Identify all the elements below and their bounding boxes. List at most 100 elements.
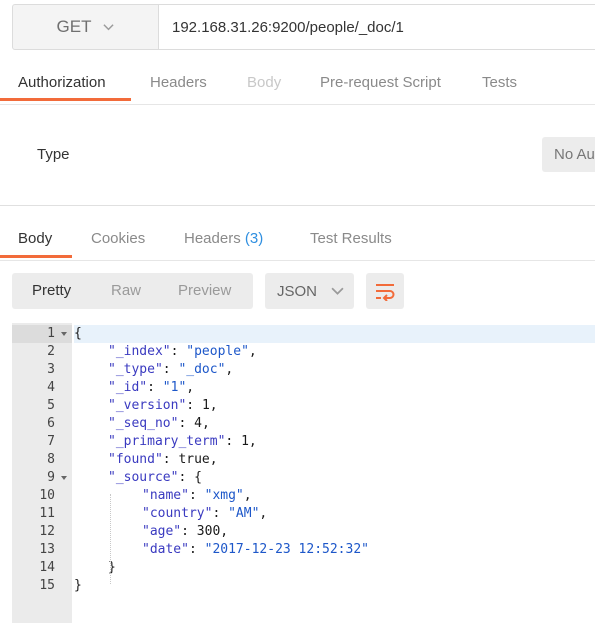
line-number-cell: 12 <box>12 523 72 541</box>
response-body-editor[interactable]: 1{2 "_index": "people", 3 "_type": "_doc", 4… <box>12 323 595 623</box>
json-punctuation: : <box>178 416 195 431</box>
code-line: 11 "country": "AM", <box>12 505 595 523</box>
json-punctuation: : <box>212 506 229 521</box>
json-string: "1" <box>162 380 187 395</box>
line-number: 5 <box>47 398 55 413</box>
json-punctuation: , <box>220 524 229 539</box>
code-line: 15} <box>12 577 595 595</box>
json-string: "people" <box>186 344 249 359</box>
json-punctuation: , <box>248 344 257 359</box>
json-string: "xmg" <box>204 488 244 503</box>
line-number-cell: 4 <box>12 379 72 397</box>
json-literal: 4 <box>194 416 202 431</box>
json-punctuation: , <box>248 434 257 449</box>
json-key: "found" <box>108 452 163 467</box>
code-text: "age": 300, <box>74 523 595 541</box>
json-literal: 1 <box>201 398 210 413</box>
code-text: "_index": "people", <box>74 343 595 361</box>
tab-pre-request-script[interactable]: Pre-request Script <box>320 64 441 102</box>
line-number-cell: 11 <box>12 505 72 523</box>
tab-headers[interactable]: Headers <box>150 64 207 102</box>
method-label: GET <box>56 17 92 36</box>
json-punctuation: : <box>225 434 242 449</box>
view-raw-button[interactable]: Raw <box>111 273 141 309</box>
code-text: { <box>74 325 595 343</box>
code-text: "_source": { <box>74 469 595 487</box>
tab-test-results[interactable]: Test Results <box>310 220 392 258</box>
json-punctuation: : <box>147 380 163 395</box>
line-number-cell: 5 <box>12 397 72 415</box>
format-label: JSON <box>277 282 318 300</box>
code-text: } <box>74 577 595 595</box>
active-response-tab-indicator <box>0 255 72 258</box>
tab-response-headers-label: Headers <box>184 230 241 247</box>
line-number-cell: 15 <box>12 577 72 595</box>
json-key: "name" <box>142 488 189 503</box>
view-preview-button[interactable]: Preview <box>178 273 231 309</box>
line-number: 11 <box>39 506 55 521</box>
json-punctuation: , <box>201 416 210 431</box>
json-string: "2017-12-23 12:52:32" <box>204 542 369 557</box>
tab-response-body[interactable]: Body <box>18 220 52 258</box>
code-line: 2 "_index": "people", <box>12 343 595 361</box>
json-punctuation: , <box>259 506 268 521</box>
tab-tests[interactable]: Tests <box>482 64 517 102</box>
tab-authorization[interactable]: Authorization <box>18 64 106 102</box>
json-punctuation: : <box>181 524 197 539</box>
tab-body[interactable]: Body <box>247 64 281 102</box>
json-key: "_type" <box>108 362 163 377</box>
tab-response-headers[interactable]: Headers (3) <box>184 220 263 258</box>
json-key: "_index" <box>108 344 171 359</box>
json-key: "date" <box>142 542 189 557</box>
code-text: "_type": "_doc", <box>74 361 595 379</box>
json-punctuation: : <box>188 488 205 503</box>
url-input[interactable]: 192.168.31.26:9200/people/_doc/1 <box>158 5 595 49</box>
line-number: 7 <box>47 434 55 449</box>
request-url-bar: GET 192.168.31.26:9200/people/_doc/1 <box>12 4 595 50</box>
headers-count-badge: (3) <box>244 230 264 247</box>
json-punctuation: , <box>209 398 218 413</box>
code-line: 5 "_version": 1, <box>12 397 595 415</box>
json-punctuation: : <box>162 362 179 377</box>
wrap-lines-button[interactable] <box>366 273 404 309</box>
json-key: "_source" <box>108 470 179 485</box>
line-number: 3 <box>47 362 55 377</box>
code-text: "_id": "1", <box>74 379 595 397</box>
response-tabs: Body Cookies Headers (3) Test Results <box>0 220 595 261</box>
code-line: 13 "date": "2017-12-23 12:52:32" <box>12 541 595 559</box>
line-number: 1 <box>47 326 55 341</box>
fold-arrow-icon[interactable] <box>61 476 67 480</box>
active-tab-indicator <box>0 98 131 101</box>
code-line: 7 "_primary_term": 1, <box>12 433 595 451</box>
json-punctuation: { <box>74 326 82 341</box>
line-number-cell: 9 <box>12 469 72 487</box>
line-number-cell: 13 <box>12 541 72 559</box>
line-number: 10 <box>39 488 55 503</box>
auth-type-value: No Auth <box>554 146 595 163</box>
fold-arrow-icon[interactable] <box>61 332 67 336</box>
line-number: 12 <box>39 524 55 539</box>
line-number-cell: 3 <box>12 361 72 379</box>
line-number-cell: 8 <box>12 451 72 469</box>
json-punctuation: : <box>170 344 187 359</box>
tab-cookies[interactable]: Cookies <box>91 220 145 258</box>
code-text: "_version": 1, <box>74 397 595 415</box>
request-tabs: Authorization Headers Body Pre-request S… <box>0 64 595 105</box>
line-number-cell: 10 <box>12 487 72 505</box>
auth-type-select[interactable]: No Auth <box>542 137 595 172</box>
format-select[interactable]: JSON <box>265 273 354 309</box>
line-number: 9 <box>47 470 55 485</box>
line-number: 6 <box>47 416 55 431</box>
json-punctuation: , <box>209 452 218 467</box>
code-line: 1{ <box>12 325 595 343</box>
json-punctuation: , <box>243 488 252 503</box>
line-number-cell: 7 <box>12 433 72 451</box>
chevron-down-icon <box>331 287 344 295</box>
wrap-lines-icon <box>376 284 395 301</box>
url-text: 192.168.31.26:9200/people/_doc/1 <box>172 18 404 36</box>
chevron-down-icon <box>103 23 115 30</box>
method-select[interactable]: GET <box>13 5 158 49</box>
code-text: "country": "AM", <box>74 505 595 523</box>
view-mode-group: Pretty Raw Preview <box>12 273 253 309</box>
view-pretty-button[interactable]: Pretty <box>32 273 71 309</box>
